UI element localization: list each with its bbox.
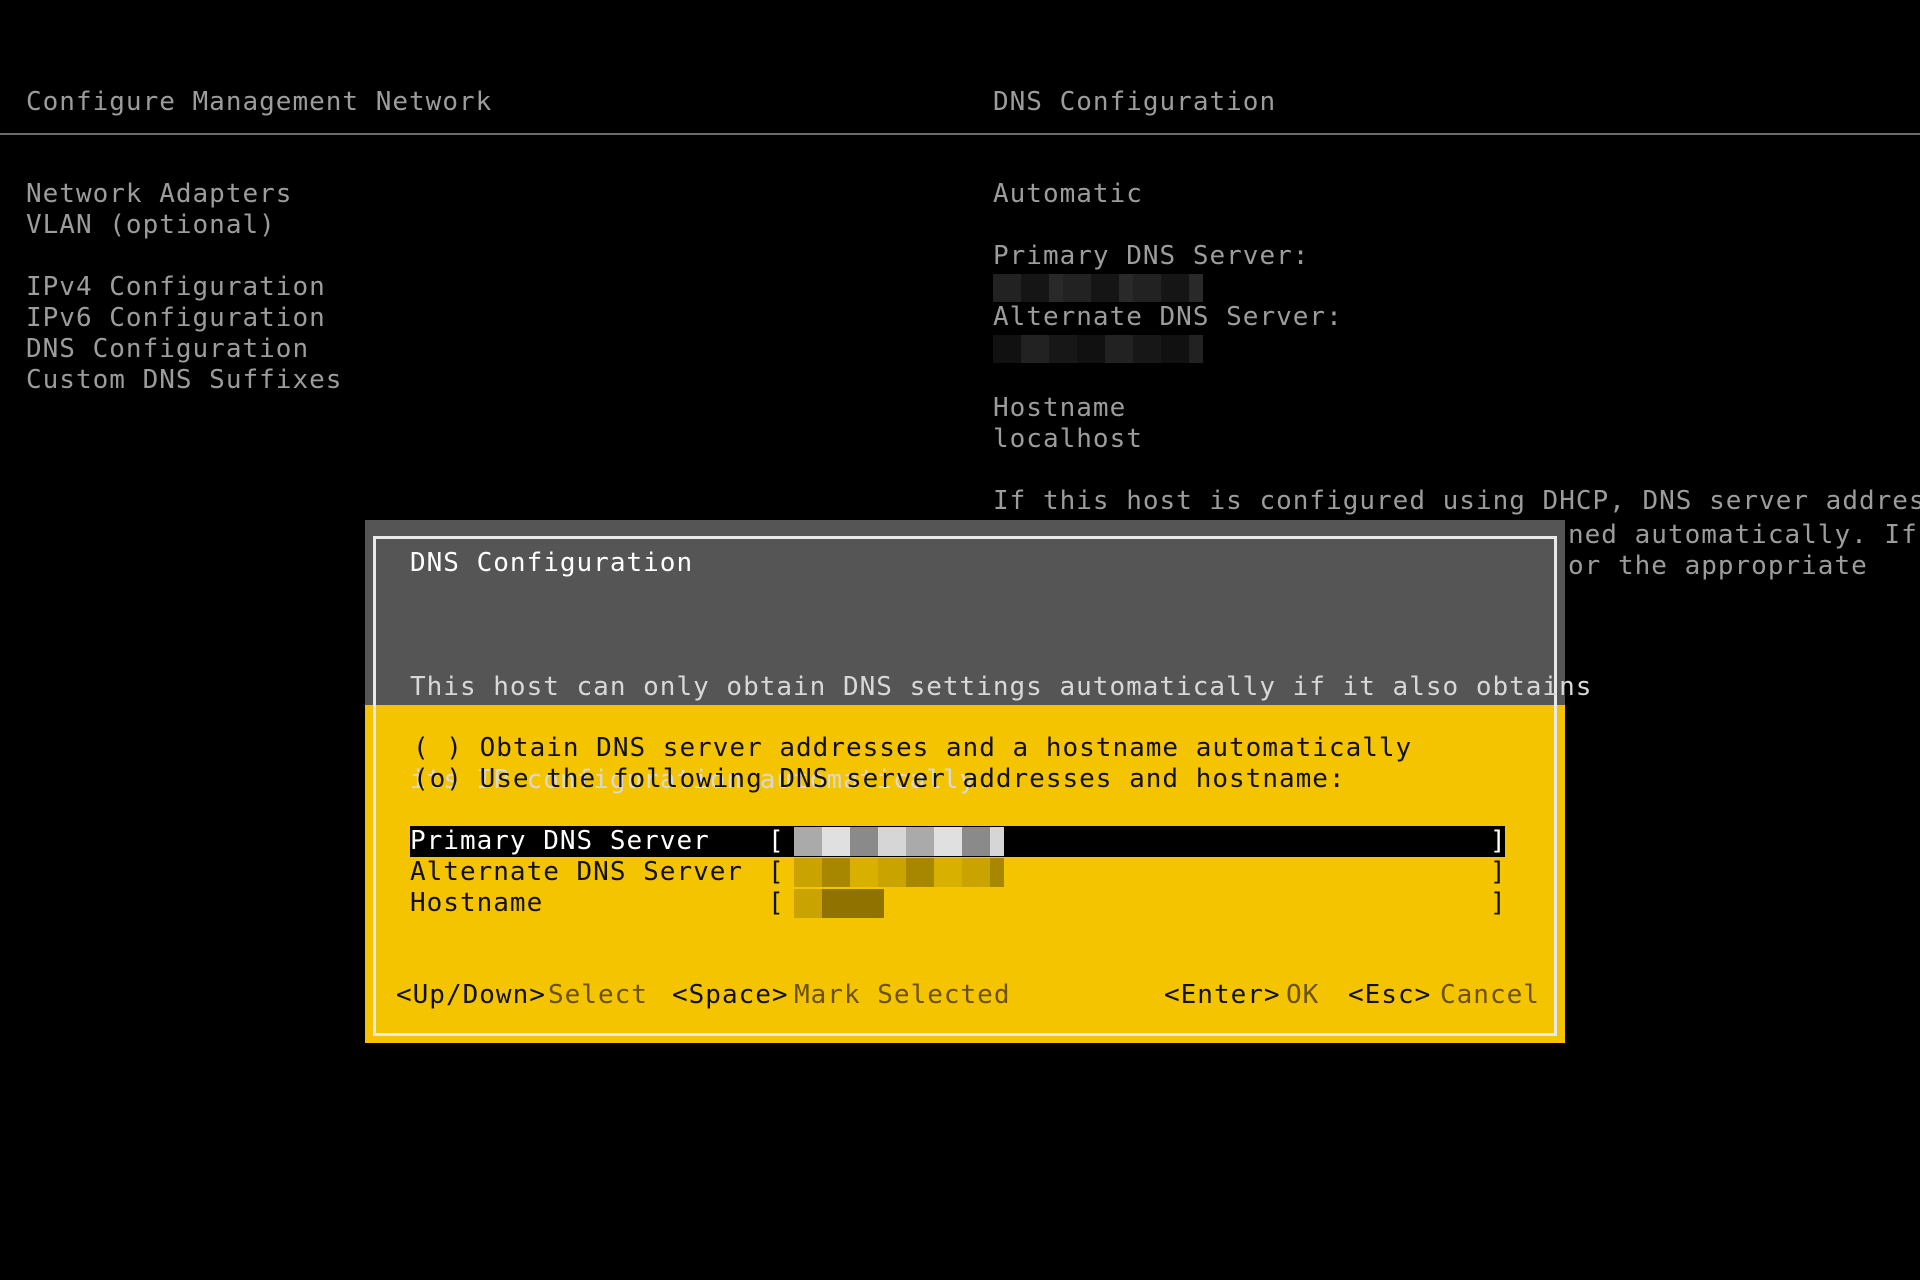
primary-dns-redacted xyxy=(993,274,1203,302)
page-title: Configure Management Network xyxy=(26,87,493,117)
mark-selected-action[interactable]: Mark Selected xyxy=(794,980,1011,1011)
primary-dns-field-label: Primary DNS Server xyxy=(410,826,710,856)
dialog-description-line-1: This host can only obtain DNS settings a… xyxy=(410,672,1593,702)
section-title: DNS Configuration xyxy=(993,87,1277,117)
header-divider xyxy=(0,133,1920,135)
dhcp-note-line-3: or the appropriate xyxy=(1568,551,1868,581)
hostname-field[interactable]: Hostname [ ] xyxy=(410,888,1506,919)
menu-item-ipv4[interactable]: IPv4 Configuration xyxy=(26,272,342,303)
select-action[interactable]: Select xyxy=(548,980,648,1011)
space-key: <Space> xyxy=(672,980,789,1010)
info-panel: Automatic Primary DNS Server: Alternate … xyxy=(993,179,1920,517)
primary-dns-label: Primary DNS Server: xyxy=(993,241,1310,271)
dns-mode: Automatic xyxy=(993,179,1143,209)
menu-item-custom-dns-suffixes[interactable]: Custom DNS Suffixes xyxy=(26,365,342,396)
menu-item-ipv6[interactable]: IPv6 Configuration xyxy=(26,303,342,334)
updown-key: <Up/Down> xyxy=(396,980,546,1010)
alternate-dns-field-label: Alternate DNS Server xyxy=(410,857,744,887)
menu-item-network-adapters[interactable]: Network Adapters xyxy=(26,179,342,210)
alternate-dns-field[interactable]: Alternate DNS Server [ ] xyxy=(410,857,1506,888)
hostname-value: localhost xyxy=(993,424,1143,454)
dhcp-note-line-1: If this host is configured using DHCP, D… xyxy=(993,486,1920,516)
alternate-dns-input[interactable] xyxy=(794,858,1004,887)
hostname-label: Hostname xyxy=(993,393,1127,423)
esc-key: <Esc> xyxy=(1348,980,1432,1010)
enter-key: <Enter> xyxy=(1164,980,1281,1010)
menu-item-dns[interactable]: DNS Configuration xyxy=(26,334,342,365)
alternate-dns-label: Alternate DNS Server: xyxy=(993,302,1343,332)
primary-dns-input[interactable] xyxy=(794,827,1004,856)
dialog-title: DNS Configuration xyxy=(410,548,694,578)
dialog-footer: <Up/Down> Select <Space> Mark Selected <… xyxy=(396,980,1539,1011)
dns-mode-options: ( ) Obtain DNS server addresses and a ho… xyxy=(413,733,1412,795)
alternate-dns-redacted xyxy=(993,335,1203,363)
radio-use-following[interactable]: (o) Use the following DNS server address… xyxy=(413,764,1412,795)
config-menu: Network Adapters VLAN (optional) IPv4 Co… xyxy=(26,179,342,396)
radio-obtain-automatically[interactable]: ( ) Obtain DNS server addresses and a ho… xyxy=(413,733,1412,764)
hostname-input[interactable] xyxy=(794,889,884,918)
hostname-field-label: Hostname xyxy=(410,888,544,918)
dhcp-note-line-2: ned automatically. If xyxy=(1568,520,1918,550)
ok-button[interactable]: OK xyxy=(1286,980,1319,1011)
menu-item-vlan[interactable]: VLAN (optional) xyxy=(26,210,342,241)
cancel-button[interactable]: Cancel xyxy=(1440,980,1540,1011)
primary-dns-field[interactable]: Primary DNS Server [ ] xyxy=(410,826,1506,857)
